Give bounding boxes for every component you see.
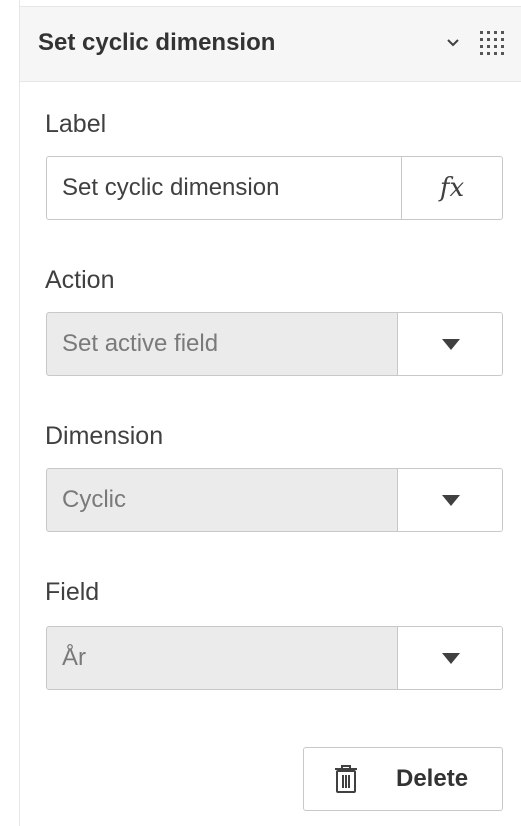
caret-down-icon: [442, 339, 460, 350]
action-select-value: Set active field: [62, 330, 219, 357]
action-field-label: Action: [45, 266, 115, 294]
dimension-select-value: Cyclic: [62, 486, 126, 513]
chevron-down-icon[interactable]: [442, 31, 464, 53]
panel-title: Set cyclic dimension: [38, 29, 276, 56]
label-input-value: Set cyclic dimension: [62, 174, 280, 201]
label-input[interactable]: Set cyclic dimension fx: [46, 156, 503, 220]
caret-down-icon: [442, 653, 460, 664]
expression-button[interactable]: fx: [401, 157, 502, 219]
delete-button[interactable]: Delete: [303, 747, 503, 811]
field-field-label: Field: [45, 578, 100, 606]
delete-label: Delete: [396, 765, 469, 792]
field-select-value: År: [62, 644, 86, 671]
dimension-dropdown-button[interactable]: [397, 469, 502, 531]
trash-icon: [335, 765, 357, 793]
field-dropdown-button[interactable]: [397, 627, 502, 689]
drag-handle-icon[interactable]: [476, 27, 508, 59]
properties-panel: Set cyclic dimension Label Set cyclic di…: [19, 0, 521, 826]
fx-icon: fx: [439, 173, 465, 203]
action-select[interactable]: Set active field: [46, 312, 503, 376]
dimension-select[interactable]: Cyclic: [46, 468, 503, 532]
action-dropdown-button[interactable]: [397, 313, 502, 375]
dimension-field-label: Dimension: [45, 422, 164, 450]
panel-header[interactable]: Set cyclic dimension: [20, 6, 521, 82]
label-field-label: Label: [45, 110, 107, 138]
field-select[interactable]: År: [46, 626, 503, 690]
caret-down-icon: [442, 495, 460, 506]
